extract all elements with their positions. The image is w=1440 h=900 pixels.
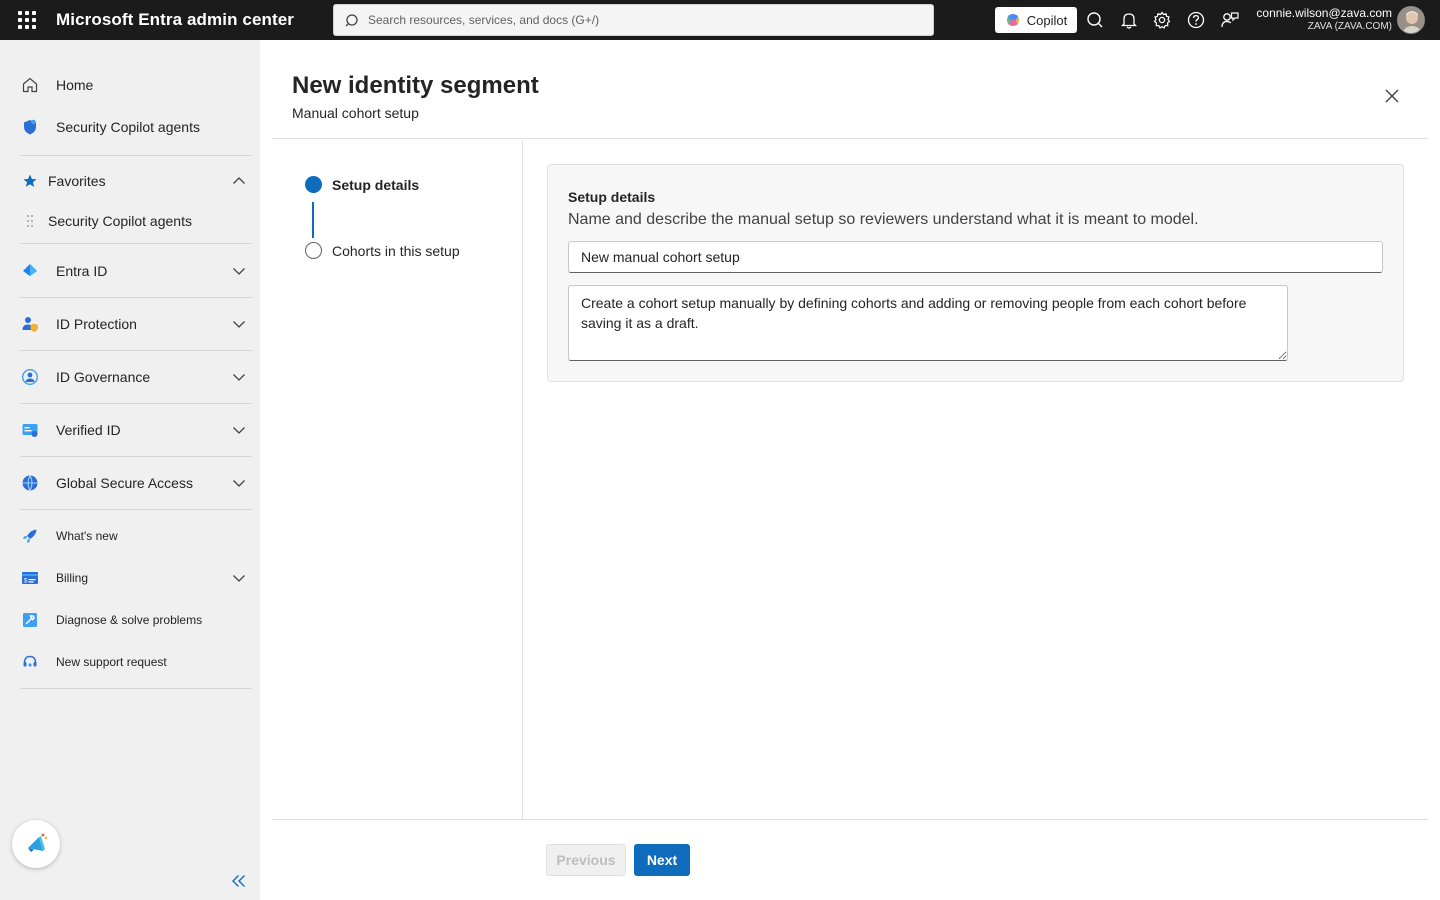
feedback-icon[interactable] xyxy=(1220,10,1240,30)
copilot-label: Copilot xyxy=(1026,12,1068,28)
rocket-icon xyxy=(20,526,40,546)
gear-icon[interactable] xyxy=(1152,10,1172,30)
sidebar-item-diagnose-solve[interactable]: Diagnose & solve problems xyxy=(20,605,252,635)
chevron-down-icon[interactable] xyxy=(232,318,246,330)
divider xyxy=(20,297,252,298)
setup-description-textarea[interactable]: Create a cohort setup manually by defini… xyxy=(568,285,1288,361)
wizard-divider xyxy=(522,140,523,819)
copilot-icon xyxy=(1006,14,1019,26)
collapse-sidebar-icon[interactable] xyxy=(230,872,248,890)
home-icon xyxy=(20,75,40,95)
previous-button[interactable]: Previous xyxy=(546,844,626,876)
sidebar-item-label: Favorites xyxy=(48,173,106,189)
chevron-up-icon[interactable] xyxy=(232,175,246,187)
sidebar-item-id-governance[interactable]: ID Governance xyxy=(20,362,252,392)
section-description: Name and describe the manual setup so re… xyxy=(568,211,1199,228)
step-label: Cohorts in this setup xyxy=(332,242,460,259)
chevron-down-icon[interactable] xyxy=(232,265,246,277)
section-title: Setup details xyxy=(568,189,656,205)
search-icon[interactable] xyxy=(1085,10,1105,30)
sidebar-item-label: Verified ID xyxy=(56,422,121,438)
sidebar-item-label: Billing xyxy=(56,571,89,585)
globe-icon xyxy=(20,473,40,493)
page-title: New identity segment xyxy=(292,72,539,99)
copilot-button[interactable]: Copilot xyxy=(995,7,1077,33)
sidebar-favorites-header[interactable]: Favorites xyxy=(20,166,252,196)
chevron-down-icon[interactable] xyxy=(232,572,246,584)
wrench-icon xyxy=(20,610,40,630)
megaphone-icon xyxy=(28,833,48,852)
sidebar-item-security-copilot-agents[interactable]: Security Copilot agents xyxy=(20,112,252,142)
sidebar-item-whats-new[interactable]: What's new xyxy=(20,521,252,551)
sidebar-item-home[interactable]: Home xyxy=(20,70,252,100)
global-search[interactable] xyxy=(333,4,934,36)
chevron-down-icon[interactable] xyxy=(232,371,246,383)
id-governance-icon xyxy=(20,367,40,387)
step-indicator-active xyxy=(305,176,322,193)
divider xyxy=(20,456,252,457)
help-icon[interactable] xyxy=(1186,10,1206,30)
sidebar-item-verified-id[interactable]: Verified ID xyxy=(20,415,252,445)
sidebar-item-label: Security Copilot agents xyxy=(48,213,192,229)
header-divider xyxy=(272,138,1428,139)
divider xyxy=(20,509,252,510)
sidebar-item-new-support-request[interactable]: New support request xyxy=(20,647,252,677)
wizard-step-cohorts[interactable]: Cohorts in this setup xyxy=(305,242,460,259)
top-bar: Microsoft Entra admin center Copilot con… xyxy=(0,0,1440,40)
chevron-down-icon[interactable] xyxy=(232,424,246,436)
close-icon[interactable] xyxy=(1382,86,1402,106)
footer-divider xyxy=(272,819,1428,820)
account-manager[interactable]: connie.wilson@zava.com ZAVA (ZAVA.COM) xyxy=(1256,7,1392,33)
billing-icon: $ xyxy=(20,568,40,588)
app-title[interactable]: Microsoft Entra admin center xyxy=(56,10,294,30)
divider xyxy=(20,243,252,244)
star-icon xyxy=(20,171,40,191)
search-icon xyxy=(345,14,358,27)
sidebar-item-label: New support request xyxy=(56,655,167,669)
chevron-down-icon[interactable] xyxy=(232,477,246,489)
app-launcher-icon[interactable] xyxy=(18,11,38,31)
entra-id-icon xyxy=(20,261,40,281)
step-label: Setup details xyxy=(332,176,420,193)
divider xyxy=(20,403,252,404)
sidebar-item-label: Home xyxy=(56,77,94,93)
security-copilot-icon xyxy=(20,117,40,137)
tenant-name: ZAVA (ZAVA.COM) xyxy=(1307,21,1392,32)
sidebar-item-label: ID Governance xyxy=(56,369,151,385)
step-indicator-inactive xyxy=(305,242,322,259)
user-email: connie.wilson@zava.com xyxy=(1256,6,1392,20)
next-button[interactable]: Next xyxy=(634,844,690,876)
divider xyxy=(20,688,252,689)
sidebar-item-global-secure-access[interactable]: Global Secure Access xyxy=(20,468,252,498)
id-protection-icon xyxy=(20,314,40,334)
divider xyxy=(20,350,252,351)
search-input[interactable] xyxy=(368,5,918,35)
page-subtitle: Manual cohort setup xyxy=(292,105,419,121)
sidebar-item-billing[interactable]: $ Billing xyxy=(20,563,252,593)
sidebar-item-label: Security Copilot agents xyxy=(56,119,200,135)
sidebar-item-label: What's new xyxy=(56,529,118,543)
sidebar-item-label: Entra ID xyxy=(56,263,108,279)
bell-icon[interactable] xyxy=(1119,10,1139,30)
divider xyxy=(20,155,252,156)
setup-name-input[interactable] xyxy=(568,241,1383,273)
wizard-step-setup-details[interactable]: Setup details xyxy=(305,176,419,193)
left-navigation: Home Security Copilot agents Favorites S… xyxy=(0,40,260,900)
drag-handle-icon[interactable] xyxy=(20,211,40,231)
support-headset-icon xyxy=(20,652,40,672)
avatar[interactable] xyxy=(1397,6,1425,34)
sidebar-item-label: ID Protection xyxy=(56,316,137,332)
sidebar-favorite-security-copilot-agents[interactable]: Security Copilot agents xyxy=(20,206,252,236)
sidebar-item-id-protection[interactable]: ID Protection xyxy=(20,309,252,339)
step-connector xyxy=(312,202,314,238)
setup-details-card: Setup details Name and describe the manu… xyxy=(547,164,1404,382)
sidebar-item-label: Diagnose & solve problems xyxy=(56,613,203,627)
feedback-button[interactable] xyxy=(12,820,60,868)
verified-id-icon xyxy=(20,420,40,440)
sidebar-item-label: Global Secure Access xyxy=(56,475,193,491)
sidebar-item-entra-id[interactable]: Entra ID xyxy=(20,256,252,286)
